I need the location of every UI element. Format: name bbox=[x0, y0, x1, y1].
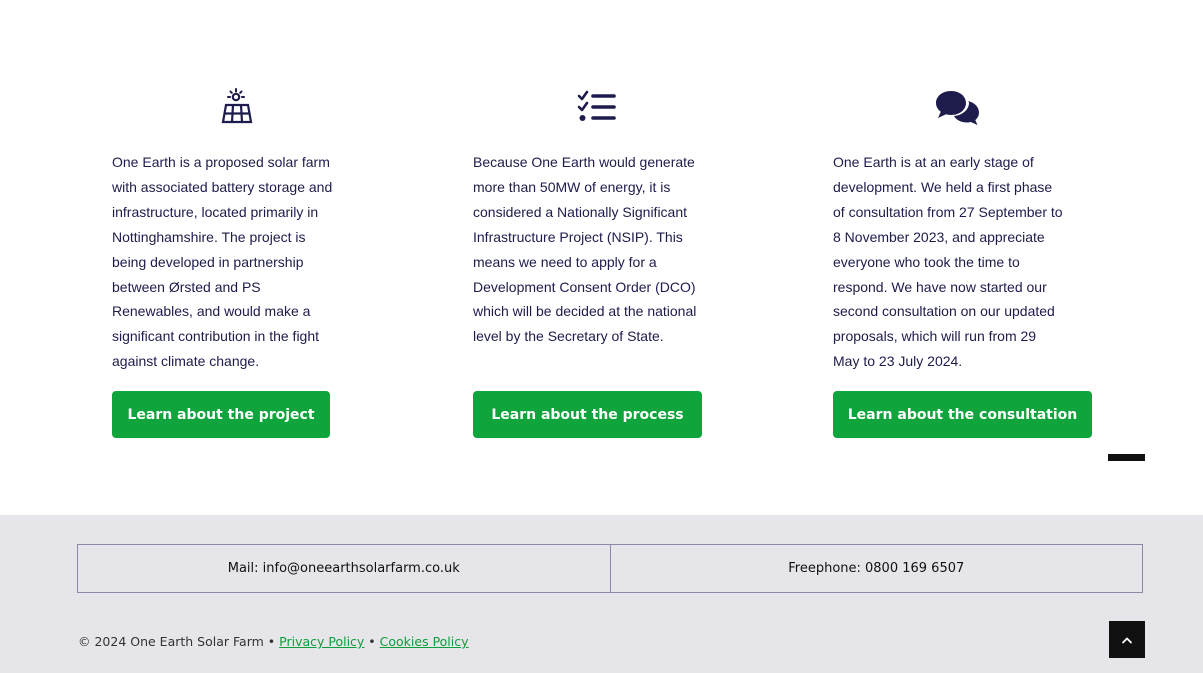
solar-panel-icon bbox=[218, 86, 254, 128]
phone-contact[interactable]: Freephone: 0800 169 6507 bbox=[609, 545, 1143, 592]
learn-about-consultation-button[interactable]: Learn about the consultation bbox=[833, 391, 1092, 438]
feature-description: One Earth is at an early stage of develo… bbox=[833, 154, 1063, 370]
chevron-up-icon bbox=[1122, 637, 1132, 643]
feature-description: Because One Earth would generate more th… bbox=[473, 154, 697, 345]
separator: • bbox=[364, 634, 380, 649]
cookies-policy-link[interactable]: Cookies Policy bbox=[380, 634, 469, 649]
dark-tab bbox=[1108, 454, 1145, 461]
learn-about-project-button[interactable]: Learn about the project bbox=[112, 391, 330, 438]
copyright-text: © 2024 One Earth Solar Farm bbox=[78, 634, 264, 649]
checklist-icon bbox=[577, 86, 617, 128]
mail-contact[interactable]: Mail: info@oneearthsolarfarm.co.uk bbox=[78, 545, 610, 592]
separator: • bbox=[263, 634, 280, 649]
back-to-top-button[interactable] bbox=[1109, 621, 1145, 658]
footer: Mail: info@oneearthsolarfarm.co.uk Freep… bbox=[0, 515, 1203, 673]
copyright-line: © 2024 One Earth Solar Farm • Privacy Po… bbox=[78, 634, 469, 649]
learn-about-process-button[interactable]: Learn about the process bbox=[473, 391, 702, 438]
features-section: One Earth is a proposed solar farm with … bbox=[0, 0, 1203, 515]
contact-box: Mail: info@oneearthsolarfarm.co.uk Freep… bbox=[77, 544, 1143, 593]
feature-description: One Earth is a proposed solar farm with … bbox=[112, 154, 333, 370]
privacy-policy-link[interactable]: Privacy Policy bbox=[279, 634, 364, 649]
chat-bubbles-icon bbox=[935, 86, 981, 128]
